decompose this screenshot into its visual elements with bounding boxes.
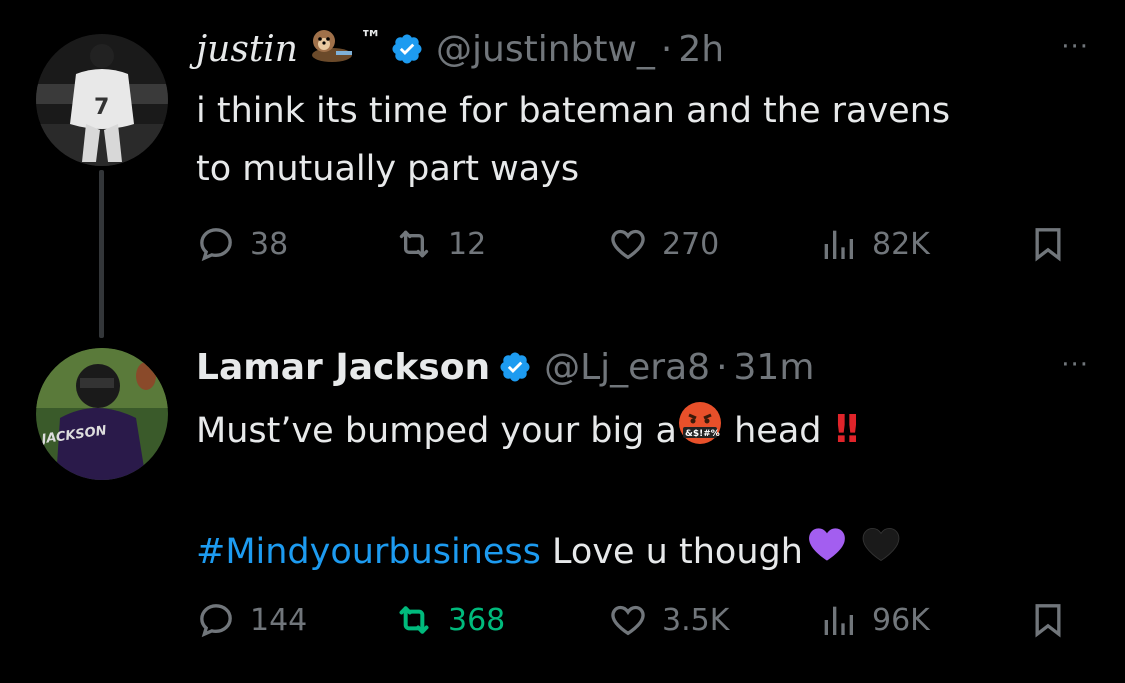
separator-dot: · — [660, 28, 673, 70]
action-bar: 144 368 3.5K 96K — [196, 600, 1065, 640]
display-name[interactable]: justin — [196, 29, 298, 70]
tweet-text-segment: Love u though — [540, 532, 803, 572]
tweet-1[interactable]: 7 justin ™ @justinbtw_ · 2h ··· i think … — [0, 0, 1125, 338]
bookmark-icon — [1035, 604, 1061, 638]
retweet-icon — [399, 606, 429, 634]
retweet-count: 12 — [448, 226, 487, 262]
retweet-button[interactable]: 12 — [394, 224, 486, 264]
action-bar: 38 12 270 82K — [196, 224, 1065, 264]
timestamp[interactable]: 31m — [734, 347, 815, 388]
like-button[interactable]: 270 — [608, 224, 719, 264]
like-count: 3.5K — [662, 602, 730, 638]
more-options-icon[interactable]: ··· — [1061, 350, 1089, 380]
trademark-symbol: ™ — [360, 26, 382, 52]
reply-count: 38 — [250, 226, 289, 262]
timestamp[interactable]: 2h — [678, 29, 724, 70]
bookmark-button[interactable] — [1028, 600, 1082, 640]
views-button[interactable]: 82K — [818, 224, 930, 264]
svg-text:&$!#%: &$!#% — [685, 429, 720, 439]
black-heart-icon — [859, 522, 903, 584]
views-count: 82K — [872, 226, 930, 262]
svg-text:7: 7 — [94, 95, 109, 120]
verified-badge-icon — [390, 32, 424, 66]
like-button[interactable]: 3.5K — [608, 600, 729, 640]
reply-button[interactable]: 144 — [196, 600, 307, 640]
verified-badge-icon — [498, 350, 532, 384]
avatar[interactable]: 7 — [36, 34, 168, 166]
reply-count: 144 — [250, 602, 308, 638]
tweet-text-line: to mutually part ways — [196, 149, 580, 189]
bookmark-icon — [1035, 228, 1061, 262]
cursing-face-emoji-icon: &$!#% — [677, 400, 723, 464]
views-chart-icon — [824, 230, 853, 259]
tweet-text: i think its time for bateman and the rav… — [196, 82, 950, 198]
views-count: 96K — [872, 602, 930, 638]
user-handle[interactable]: @Lj_era8 — [544, 347, 710, 388]
retweet-button[interactable]: 368 — [394, 600, 505, 640]
tweet-header: Lamar Jackson @Lj_era8 · 31m — [196, 344, 814, 390]
otter-icon — [308, 25, 354, 74]
more-options-icon[interactable]: ··· — [1061, 32, 1089, 62]
tweet-2[interactable]: JACKSON Lamar Jackson @Lj_era8 · 31m ···… — [0, 340, 1125, 683]
tweet-text: Must’ve bumped your big a &$!#% head !! … — [196, 400, 903, 584]
thread-connector — [99, 170, 104, 338]
retweet-count: 368 — [448, 602, 506, 638]
views-button[interactable]: 96K — [818, 600, 930, 640]
reply-icon — [200, 604, 232, 638]
tweet-text-segment: Must’ve bumped your big a — [196, 411, 677, 451]
reply-icon — [200, 228, 232, 262]
avatar[interactable]: JACKSON — [36, 348, 168, 480]
tweet-header: justin ™ @justinbtw_ · 2h — [196, 26, 724, 72]
tweet-text-line: i think its time for bateman and the rav… — [196, 91, 951, 131]
bookmark-button[interactable] — [1028, 224, 1082, 264]
double-exclamation-icon: !! — [832, 407, 862, 451]
tweet-text-line: Must’ve bumped your big a &$!#% head !! — [196, 400, 903, 464]
retweet-icon — [399, 230, 429, 258]
heart-icon — [611, 605, 645, 636]
purple-heart-icon — [805, 522, 849, 584]
tweet-text-segment: head — [722, 411, 822, 451]
views-chart-icon — [824, 606, 853, 635]
reply-button[interactable]: 38 — [196, 224, 288, 264]
tweet-text-line: #Mindyourbusiness Love u though — [196, 522, 903, 584]
separator-dot: · — [716, 346, 728, 388]
user-handle[interactable]: @justinbtw_ — [436, 29, 655, 70]
heart-icon — [611, 229, 645, 260]
hashtag-link[interactable]: #Mindyourbusiness — [196, 532, 541, 572]
like-count: 270 — [662, 226, 720, 262]
display-name[interactable]: Lamar Jackson — [196, 347, 490, 388]
